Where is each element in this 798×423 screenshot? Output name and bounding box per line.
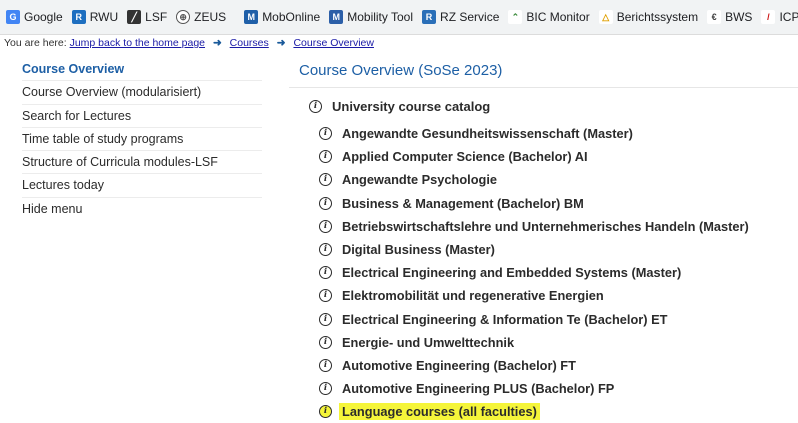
list-item[interactable]: i Angewandte Gesundheitswissenschaft (Mas…: [319, 122, 749, 145]
bookmark-label: BWS: [725, 10, 753, 24]
list-item[interactable]: i Angewandte Psychologie: [319, 168, 749, 191]
breadcrumb-course-overview-link[interactable]: Course Overview: [293, 37, 374, 49]
info-icon: i: [319, 312, 332, 326]
list-item[interactable]: i Automotive Engineering PLUS (Bachelor) …: [319, 377, 749, 400]
bookmark-label: BIC Monitor: [526, 10, 590, 24]
list-item[interactable]: i Elektromobilität und regenerative Energ…: [319, 284, 749, 307]
bws-icon: €: [707, 10, 722, 24]
bookmark-label: Mobility Tool: [347, 10, 414, 24]
info-icon: i: [319, 243, 332, 257]
page-title: Course Overview (SoSe 2023): [289, 54, 798, 88]
nav-item-hide-menu[interactable]: Hide menu: [22, 198, 262, 220]
list-item[interactable]: i Digital Business (Master): [319, 238, 749, 261]
course-label: Elektromobilität und regenerative Energi…: [342, 288, 604, 304]
breadcrumb-courses-link[interactable]: Courses: [230, 37, 269, 49]
mobility-tool-icon: M: [329, 10, 344, 24]
course-label: Business & Management (Bachelor) BM: [342, 195, 584, 211]
list-item[interactable]: i Electrical Engineering and Embedded Sys…: [319, 261, 749, 284]
course-label: Betriebswirtschaftslehre und Unternehmer…: [342, 218, 749, 234]
course-label: Angewandte Psychologie: [342, 172, 498, 188]
course-label: Automotive Engineering (Bachelor) FT: [342, 357, 576, 373]
bic-monitor-icon: ⌃: [508, 10, 523, 24]
nav-item-search-for-lectures[interactable]: Search for Lectures: [22, 105, 262, 128]
icprint-icon: /: [761, 10, 776, 24]
course-label: Angewandte Gesundheitswissenschaft (Mast…: [342, 126, 633, 142]
info-icon: i: [319, 289, 332, 303]
info-icon: i: [319, 358, 332, 372]
bookmarks-bar: G Google R RWU ╱ LSF ⊕ ZEUS M MobOnline M Mobi…: [0, 0, 798, 35]
arrow-right-icon: ➜: [276, 37, 286, 49]
bookmark-bic-monitor[interactable]: ⌃ BIC Monitor: [508, 10, 590, 24]
info-icon: i: [319, 127, 332, 141]
bookmark-label: MobOnline: [262, 10, 321, 24]
bookmark-zeus[interactable]: ⊕ ZEUS: [176, 10, 226, 24]
google-icon: G: [6, 10, 20, 24]
lsf-icon: ╱: [127, 10, 142, 24]
list-item[interactable]: i Applied Computer Science (Bachelor) AI: [319, 145, 749, 168]
course-label: Energie- und Umwelttechnik: [342, 334, 515, 350]
nav-item-course-overview[interactable]: Course Overview: [22, 58, 262, 82]
breadcrumb-home-link[interactable]: Jump back to the home page: [70, 37, 205, 49]
course-label: Applied Computer Science (Bachelor) AI: [342, 149, 588, 165]
moblinline-icon: M: [244, 10, 259, 24]
bookmark-rz-service[interactable]: R RZ Service: [422, 10, 499, 24]
bookmark-google[interactable]: G Google: [6, 10, 63, 24]
bookmark-label: LSF: [145, 10, 168, 24]
list-item[interactable]: i Automotive Engineering (Bachelor) FT: [319, 354, 749, 377]
list-item[interactable]: i Electrical Engineering & Information Te…: [319, 308, 749, 331]
nav-item-structure-of-curricula[interactable]: Structure of Curricula modules-LSF: [22, 151, 262, 175]
bookmark-label: RZ Service: [440, 10, 500, 24]
info-icon: i: [309, 100, 322, 113]
bookmark-icprint[interactable]: /ICPrint: [761, 10, 798, 24]
course-label: Electrical Engineering & Information Te …: [342, 311, 668, 327]
info-icon: i: [319, 219, 332, 233]
bookmark-lsf[interactable]: ╱ LSF: [127, 10, 167, 24]
bookmark-label: Google: [24, 10, 63, 24]
course-label: Automotive Engineering PLUS (Bachelor) F…: [342, 381, 615, 397]
course-label: Language courses (all faculties): [339, 403, 540, 421]
rz-service-icon: R: [422, 10, 437, 24]
catalog-root-item[interactable]: i University course catalog: [309, 99, 490, 114]
bookmark-label: ZEUS: [194, 10, 227, 24]
main-content: Course Overview (SoSe 2023) i University…: [289, 54, 798, 421]
course-label: Electrical Engineering and Embedded Syst…: [342, 265, 682, 281]
info-icon: i: [319, 196, 332, 210]
triangle-icon: △: [598, 10, 613, 24]
bookmark-mobility-tool[interactable]: M Mobility Tool: [329, 10, 413, 24]
list-item-language-courses[interactable]: i Language courses (all faculties): [319, 400, 749, 423]
catalog-root-label: University course catalog: [332, 99, 491, 114]
bookmark-label: Berichtssystem: [616, 10, 699, 24]
bookmark-bws[interactable]: € BWS: [707, 10, 752, 24]
list-item[interactable]: i Energie- und Umwelttechnik: [319, 331, 749, 354]
course-list: i Angewandte Gesundheitswissenschaft (Mas…: [319, 122, 749, 423]
left-navigation: Course Overview Course Overview (modular…: [22, 58, 262, 220]
list-item[interactable]: i Betriebswirtschaftslehre und Unternehme…: [319, 215, 749, 238]
info-icon: i: [319, 173, 332, 187]
bookmark-berichtssystem[interactable]: △ Berichtssystem: [598, 10, 699, 24]
info-icon: i: [319, 150, 332, 164]
nav-item-course-overview-modularisiert[interactable]: Course Overview (modularisiert): [22, 81, 262, 105]
bookmark-rwu[interactable]: R RWU: [71, 10, 119, 24]
bookmark-label: RWU: [89, 10, 119, 24]
course-label: Digital Business (Master): [342, 242, 495, 258]
nav-item-lectures-today[interactable]: Lectures today: [22, 174, 262, 198]
nav-item-time-table[interactable]: Time table of study programs: [22, 128, 262, 152]
globe-icon: ⊕: [176, 10, 191, 24]
list-item[interactable]: i Business & Management (Bachelor) BM: [319, 192, 749, 215]
breadcrumb-prefix: You are here:: [4, 37, 67, 49]
arrow-right-icon: ➜: [212, 37, 222, 49]
bookmark-mobonline[interactable]: M MobOnline: [244, 10, 320, 24]
bookmark-label: ICPrint: [779, 10, 798, 24]
info-icon: i: [319, 266, 332, 280]
breadcrumb: You are here: Jump back to the home page…: [4, 37, 374, 49]
info-icon: i: [319, 335, 332, 349]
info-icon: i: [319, 382, 332, 396]
info-icon: i: [319, 405, 332, 419]
rwu-icon: R: [71, 10, 86, 24]
